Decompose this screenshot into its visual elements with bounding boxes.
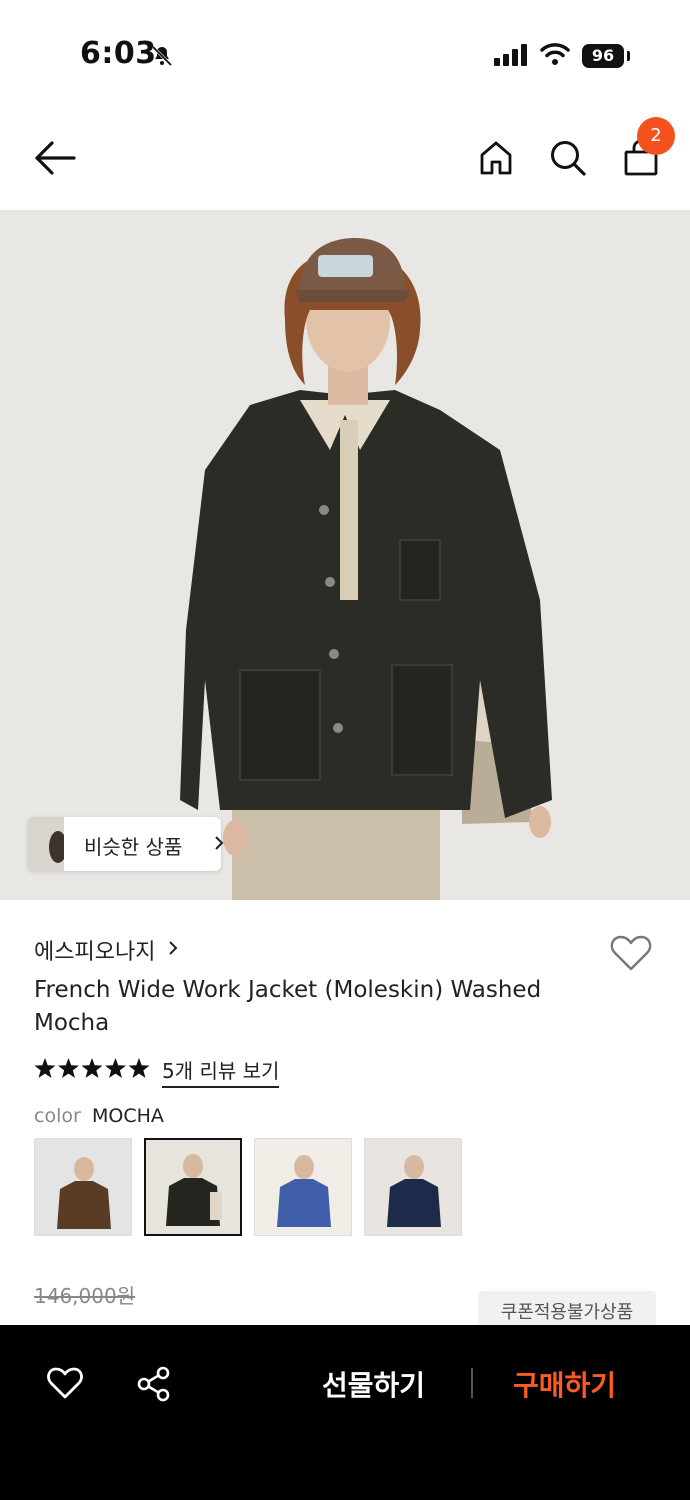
- bottom-bar-divider: [471, 1368, 473, 1398]
- star-rating: [34, 1058, 150, 1078]
- cart-badge: 2: [637, 117, 675, 155]
- share-icon[interactable]: [136, 1366, 172, 1402]
- product-photo-illustration: [0, 210, 690, 900]
- buy-button[interactable]: 구매하기: [513, 1364, 616, 1404]
- heart-icon[interactable]: [610, 934, 652, 972]
- brand-link[interactable]: 에스피오나지: [34, 934, 155, 966]
- search-icon[interactable]: [549, 139, 587, 177]
- signal-icon: [494, 44, 527, 66]
- star-icon: [105, 1058, 126, 1078]
- star-icon: [34, 1058, 56, 1078]
- color-swatch-blue[interactable]: [254, 1138, 352, 1236]
- bottom-action-bar: [0, 1325, 690, 1500]
- chevron-right-icon[interactable]: [168, 940, 178, 956]
- battery-indicator: 96: [582, 44, 624, 68]
- color-swatch-mocha[interactable]: [144, 1138, 242, 1236]
- status-time: 6:03: [80, 36, 157, 71]
- chevron-right-icon: [215, 836, 224, 850]
- wifi-icon: [540, 43, 570, 65]
- review-link[interactable]: 5개 리뷰 보기: [162, 1055, 280, 1088]
- battery-tip: [627, 51, 630, 61]
- product-title: French Wide Work Jacket (Moleskin) Washe…: [34, 977, 542, 1036]
- bell-off-icon: [151, 45, 173, 67]
- status-bar: 6:03 96: [0, 0, 690, 110]
- similar-products-button[interactable]: 비슷한 상품: [28, 817, 224, 871]
- color-swatch-navy[interactable]: [364, 1138, 462, 1236]
- star-icon: [58, 1058, 79, 1078]
- similar-products-label: 비슷한 상품: [84, 835, 183, 859]
- heart-icon[interactable]: [46, 1366, 84, 1400]
- original-price: 146,000원: [34, 1284, 136, 1308]
- star-icon: [128, 1058, 150, 1078]
- star-icon: [81, 1058, 103, 1078]
- color-swatch-brown[interactable]: [34, 1138, 132, 1236]
- product-image[interactable]: [0, 210, 690, 900]
- gift-button[interactable]: 선물하기: [322, 1364, 425, 1404]
- color-value: MOCHA: [92, 1105, 164, 1127]
- home-icon[interactable]: [478, 140, 514, 176]
- color-label: color: [34, 1105, 81, 1127]
- similar-thumbnail: [28, 817, 64, 871]
- back-arrow-icon[interactable]: [34, 140, 76, 176]
